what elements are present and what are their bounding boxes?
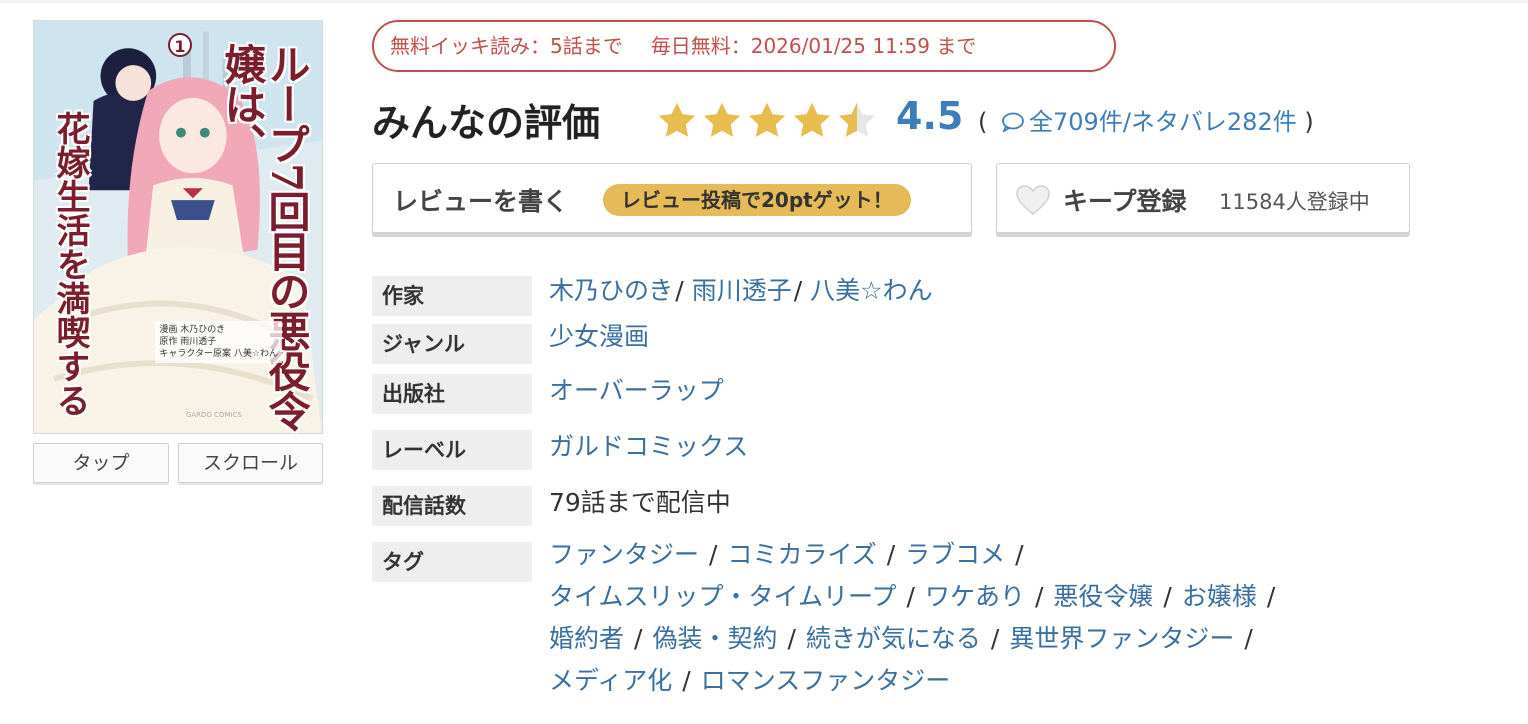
view-mode-buttons: タップ スクロール: [33, 443, 323, 483]
cover-imprint: GARDO COMICS: [185, 411, 242, 419]
tag-line: タイムスリップ・タイムリープ / ワケあり / 悪役令嬢 / お嬢様 /: [549, 580, 1285, 614]
author-link[interactable]: 雨川透子: [692, 276, 792, 305]
separator: /: [1034, 582, 1044, 611]
tag-link[interactable]: ワケあり: [925, 582, 1025, 611]
cover-volume-number: 1: [168, 33, 192, 57]
separator: /: [1163, 582, 1172, 611]
cover-credits: 漫画 木乃ひのき 原作 雨川透子 キャラクター原案 八美☆わん: [155, 321, 282, 363]
episodes-label: 配信話数: [372, 486, 532, 526]
genre-link[interactable]: 少女漫画: [549, 322, 649, 351]
episodes-value: 79話まで配信中: [549, 488, 731, 517]
rating-section: みんなの評価 4.5 ( 全709件/ネタバレ282件 ): [372, 90, 1472, 150]
comment-bubble-icon: [1002, 112, 1024, 132]
star-icon: [748, 102, 786, 137]
separator: /: [793, 276, 803, 305]
cover-title: ループ7回目の悪役令嬢は、: [218, 43, 311, 431]
review-count-link[interactable]: 全709件/ネタバレ282件: [1029, 108, 1297, 136]
scroll-view-button[interactable]: スクロール: [178, 443, 323, 483]
close-paren: ): [1304, 108, 1314, 136]
author-values: 木乃ひのき/雨川透子/八美☆わん: [549, 274, 933, 308]
cover-credit-line: 原作 雨川透子: [159, 337, 217, 347]
separator: /: [1266, 582, 1276, 611]
tag-line: メディア化 / ロマンスファンタジー: [549, 664, 950, 698]
top-divider: [0, 0, 1528, 3]
star-icon: [793, 102, 831, 137]
publisher-value: オーバーラップ: [549, 374, 724, 408]
tag-line: 婚約者 / 偽装・契約 / 続きが気になる / 異世界ファンタジー /: [549, 622, 1263, 656]
separator: /: [1244, 624, 1253, 653]
tag-link[interactable]: 偽装・契約: [652, 624, 777, 653]
genre-label: ジャンル: [372, 324, 532, 364]
heart-icon: [1016, 185, 1050, 215]
write-review-button[interactable]: レビューを書く レビュー投稿で20ptゲット！: [372, 163, 972, 233]
daily-free-text: 毎日無料：2026/01/25 11:59 まで: [650, 34, 977, 58]
tag-link[interactable]: タイムスリップ・タイムリープ: [549, 582, 897, 611]
label-label: レーベル: [372, 430, 532, 470]
keep-button[interactable]: キープ登録 11584人登録中: [996, 163, 1410, 233]
tag-line: ファンタジー / コミカライズ / ラブコメ /: [549, 538, 1034, 572]
separator: /: [634, 624, 643, 653]
publisher-label: 出版社: [372, 374, 532, 414]
write-review-label: レビューを書く: [393, 187, 569, 216]
tag-link[interactable]: 悪役令嬢: [1053, 582, 1153, 611]
separator: /: [682, 666, 691, 695]
author-link[interactable]: 八美☆わん: [810, 276, 932, 305]
cover-credit-line: キャラクター原案 八美☆わん: [159, 349, 278, 359]
publisher-link[interactable]: オーバーラップ: [549, 376, 724, 405]
tap-view-button[interactable]: タップ: [33, 443, 169, 483]
cover-image[interactable]: 1 ループ7回目の悪役令嬢は、 花嫁生活を満喫する 漫画 木乃ひのき 原作 雨川…: [33, 20, 323, 434]
tag-link[interactable]: 異世界ファンタジー: [1009, 624, 1234, 653]
separator: /: [787, 624, 796, 653]
cover-credit-line: 漫画 木乃ひのき: [159, 325, 226, 335]
tag-link[interactable]: 婚約者: [549, 624, 624, 653]
open-paren: (: [978, 108, 988, 136]
tag-link[interactable]: ロマンスファンタジー: [701, 666, 951, 695]
free-ikki-text: 無料イッキ読み：5話まで: [390, 34, 623, 58]
author-label: 作家: [372, 276, 532, 316]
rating-value: 4.5: [896, 94, 964, 138]
review-bonus-badge: レビュー投稿で20ptゲット！: [603, 184, 911, 216]
keep-label: キープ登録: [1063, 187, 1187, 216]
separator: /: [709, 540, 718, 569]
keep-count: 11584人登録中: [1219, 190, 1370, 214]
tag-link[interactable]: メディア化: [549, 666, 672, 695]
tag-link[interactable]: コミカライズ: [727, 540, 876, 569]
separator: /: [906, 582, 915, 611]
cover-subtitle: 花嫁生活を満喫する: [50, 111, 90, 417]
tags-label: タグ: [372, 542, 532, 582]
star-icon: [703, 102, 741, 137]
half-star-icon: [838, 102, 876, 137]
label-link[interactable]: ガルドコミックス: [549, 432, 748, 461]
separator: /: [990, 624, 1000, 653]
author-link[interactable]: 木乃ひのき: [549, 276, 673, 305]
tag-link[interactable]: ラブコメ: [905, 540, 1005, 569]
free-reading-badge: 無料イッキ読み：5話まで 毎日無料：2026/01/25 11:59 まで: [372, 20, 1116, 72]
tag-link[interactable]: ファンタジー: [549, 540, 699, 569]
rating-title: みんなの評価: [372, 101, 601, 145]
star-icon: [658, 102, 696, 137]
genre-value: 少女漫画: [549, 320, 649, 354]
tag-link[interactable]: 続きが気になる: [806, 624, 981, 653]
review-counts: ( 全709件/ネタバレ282件 ): [978, 102, 1314, 137]
tag-link[interactable]: お嬢様: [1182, 582, 1257, 611]
label-value: ガルドコミックス: [549, 430, 748, 464]
separator: /: [1015, 540, 1024, 569]
separator: /: [675, 276, 684, 305]
separator: /: [886, 540, 896, 569]
